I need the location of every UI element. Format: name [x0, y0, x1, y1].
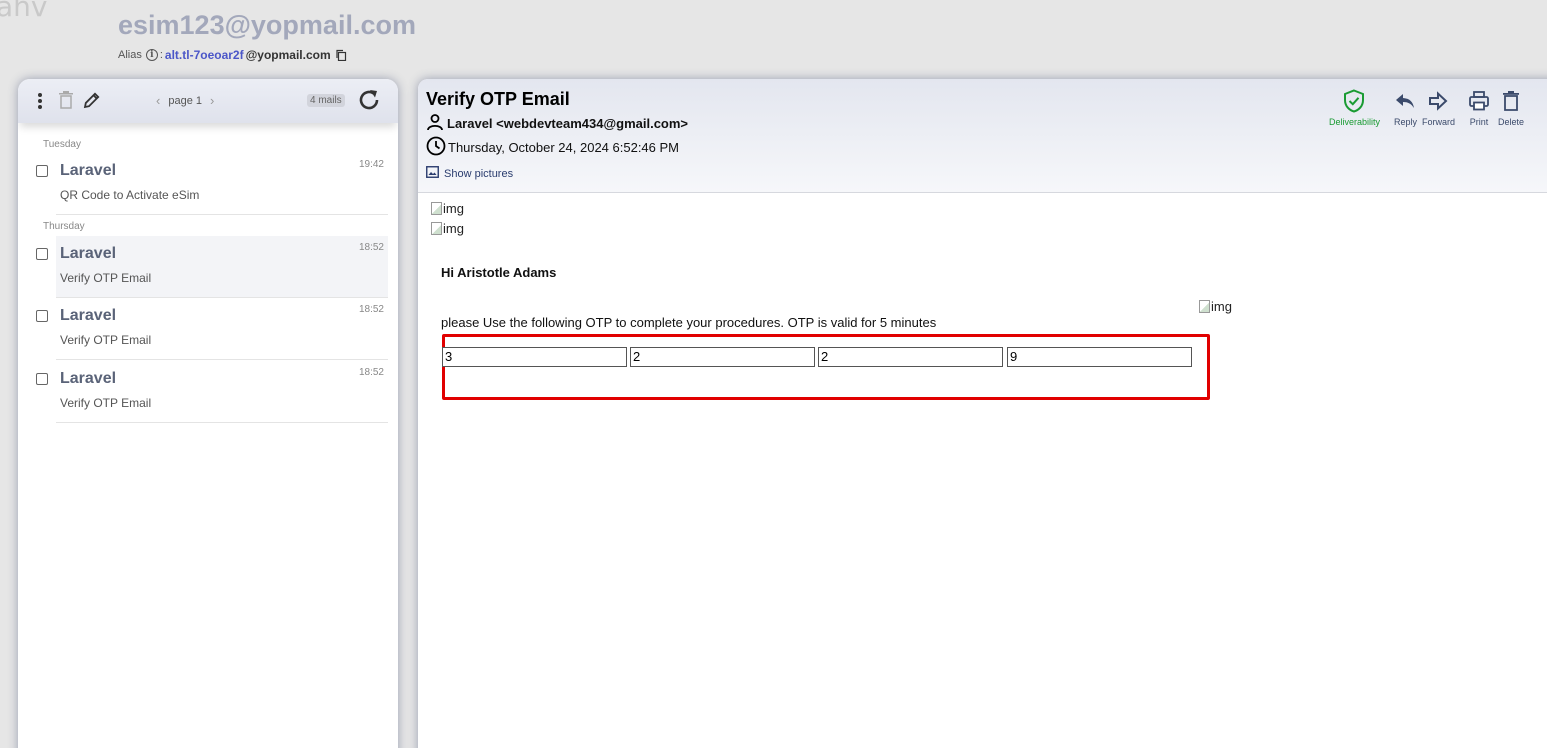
info-icon[interactable]: i — [145, 49, 158, 61]
otp-instructions: please Use the following OTP to complete… — [441, 315, 937, 330]
show-pictures-link[interactable]: Show pictures — [426, 166, 513, 181]
refresh-icon[interactable] — [356, 87, 382, 113]
pager: ‹ page 1 › — [156, 93, 214, 108]
day-label-thursday: Thursday — [43, 221, 85, 232]
otp-digit-box[interactable]: 2 — [630, 347, 815, 367]
printer-icon — [1468, 89, 1490, 115]
shield-check-icon — [1343, 89, 1365, 115]
message-from: Laravel <webdevteam434@gmail.com> — [426, 113, 688, 134]
broken-image: img — [431, 221, 464, 236]
inbox-address: esim123@yopmail.com — [118, 10, 416, 40]
broken-image: img — [431, 201, 464, 216]
reply-button[interactable]: Reply — [1394, 89, 1417, 127]
image-alt-text: img — [443, 221, 464, 236]
deliverability-button[interactable]: Deliverability — [1329, 89, 1380, 127]
clock-icon — [426, 136, 446, 159]
forward-icon — [1427, 89, 1449, 115]
next-page-icon[interactable]: › — [210, 93, 214, 108]
alias-row: Alias i : alt.tl-7oeoar2f @yopmail.com — [118, 48, 347, 62]
message-date: Thursday, October 24, 2024 6:52:46 PM — [426, 136, 679, 159]
mail-list-item[interactable]: Laravel QR Code to Activate eSim 19:42 — [36, 153, 388, 215]
compose-pencil-icon[interactable] — [82, 90, 102, 110]
copy-icon[interactable] — [335, 49, 347, 61]
mail-checkbox[interactable] — [36, 373, 48, 385]
mail-checkbox[interactable] — [36, 248, 48, 260]
alias-user[interactable]: alt.tl-7oeoar2f — [165, 48, 244, 62]
trash-icon — [1500, 89, 1522, 115]
image-alt-text: img — [1211, 299, 1232, 314]
mail-time: 19:42 — [358, 159, 384, 170]
prev-page-icon[interactable]: ‹ — [156, 93, 160, 108]
sender-text: Laravel <webdevteam434@gmail.com> — [447, 116, 689, 131]
mail-from: Laravel — [60, 245, 117, 262]
yopmail-logo[interactable]: ahv — [0, 0, 47, 23]
date-text: Thursday, October 24, 2024 6:52:46 PM — [448, 140, 680, 155]
print-button[interactable]: Print — [1468, 89, 1490, 127]
mail-time: 18:52 — [358, 304, 384, 315]
mail-subject: Verify OTP Email — [60, 271, 152, 285]
mail-time: 18:52 — [358, 242, 384, 253]
message-body: img img Hi Aristotle Adams img please Us… — [418, 193, 1547, 748]
deliverability-label: Deliverability — [1328, 117, 1380, 127]
mail-subject: Verify OTP Email — [60, 333, 152, 347]
broken-image-icon — [431, 222, 442, 235]
otp-digit-box[interactable]: 9 — [1007, 347, 1192, 367]
alias-domain: @yopmail.com — [245, 48, 331, 62]
mail-list-item[interactable]: Laravel Verify OTP Email 18:52 — [36, 236, 388, 298]
page-label: page 1 — [168, 94, 202, 107]
broken-image-icon — [431, 202, 442, 215]
mail-checkbox[interactable] — [36, 165, 48, 177]
broken-image-icon — [1199, 300, 1210, 313]
mail-from: Laravel — [60, 370, 117, 387]
mail-from: Laravel — [60, 307, 117, 324]
print-label: Print — [1469, 117, 1489, 127]
forward-button[interactable]: Forward — [1422, 89, 1455, 127]
day-label-tuesday: Tuesday — [43, 139, 81, 150]
message-subject: Verify OTP Email — [426, 89, 570, 109]
otp-digit-box[interactable]: 3 — [442, 347, 627, 367]
alias-label: Alias — [118, 49, 142, 61]
delete-button[interactable]: Delete — [1498, 89, 1524, 127]
forward-label: Forward — [1421, 117, 1455, 127]
message-header: Verify OTP Email Laravel <webdevteam434@… — [418, 79, 1547, 193]
mail-list-item[interactable]: Laravel Verify OTP Email 18:52 — [36, 361, 388, 423]
mail-from: Laravel — [60, 162, 117, 179]
mail-count-badge: 4 mails — [307, 94, 345, 107]
image-icon — [426, 166, 439, 181]
mail-subject: Verify OTP Email — [60, 396, 152, 410]
delete-label: Delete — [1497, 117, 1524, 127]
person-icon — [426, 113, 444, 134]
mail-list-toolbar: ‹ page 1 › 4 mails — [18, 79, 398, 123]
mail-time: 18:52 — [358, 367, 384, 378]
alias-separator: : — [159, 49, 163, 61]
mail-subject: QR Code to Activate eSim — [60, 188, 200, 202]
show-pictures-label: Show pictures — [444, 167, 514, 180]
trash-icon[interactable] — [58, 90, 74, 110]
broken-image: img — [1199, 299, 1232, 314]
reply-label: Reply — [1393, 117, 1417, 127]
greeting-text: Hi Aristotle Adams — [441, 265, 557, 280]
otp-digit-box[interactable]: 2 — [818, 347, 1003, 367]
mail-list-panel: ‹ page 1 › 4 mails Tuesday Laravel QR Co… — [18, 79, 398, 748]
mail-list-item[interactable]: Laravel Verify OTP Email 18:52 — [36, 298, 388, 360]
reply-icon — [1394, 89, 1416, 115]
more-vert-icon[interactable] — [36, 91, 44, 111]
image-alt-text: img — [443, 201, 464, 216]
otp-highlight-box — [442, 334, 1210, 400]
message-panel: Verify OTP Email Laravel <webdevteam434@… — [418, 79, 1547, 748]
mail-checkbox[interactable] — [36, 310, 48, 322]
